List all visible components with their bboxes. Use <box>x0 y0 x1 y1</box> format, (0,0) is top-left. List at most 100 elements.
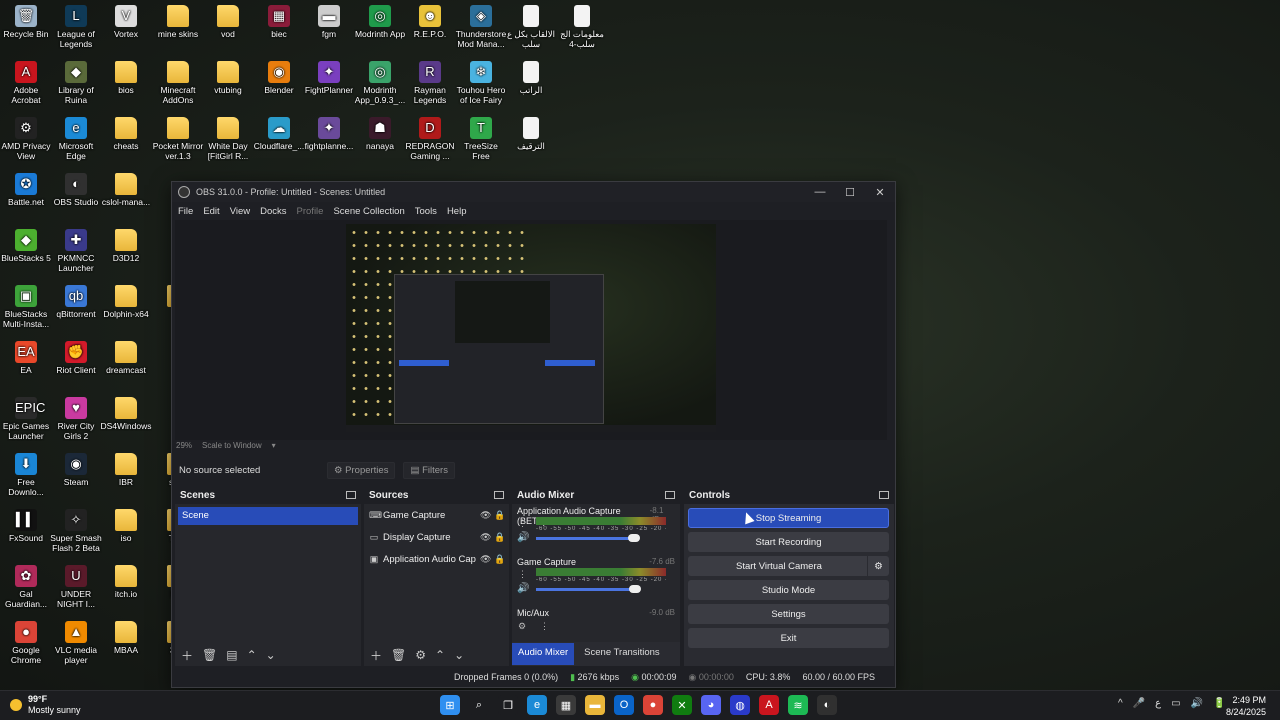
vpn-icon[interactable]: ◍ <box>730 695 750 715</box>
desktop-icon[interactable]: V Vortex <box>100 5 152 39</box>
menu-edit[interactable]: Edit <box>203 206 219 217</box>
volume-slider[interactable] <box>536 534 640 542</box>
desktop-icon[interactable]: dreamcast <box>100 341 152 375</box>
weather-widget[interactable]: 99°F Mostly sunny <box>10 694 81 716</box>
acrobat-icon[interactable]: A <box>759 695 779 715</box>
desktop-icon[interactable]: 🗑 Recycle Bin <box>0 5 52 39</box>
desktop-icon[interactable]: cheats <box>100 117 152 151</box>
desktop-icon[interactable]: ◐ OBS Studio <box>50 173 102 207</box>
desktop-icon[interactable]: L League of Legends <box>50 5 102 49</box>
tab-audio-mixer[interactable]: Audio Mixer <box>512 643 575 665</box>
menu-tools[interactable]: Tools <box>415 206 437 217</box>
minimize-icon[interactable]: — <box>805 186 835 198</box>
move-up-icon[interactable]: ⌃ <box>435 648 445 662</box>
lock-icon[interactable]: 🔒 <box>494 510 505 521</box>
tray-icon[interactable]: 🎤 <box>1133 698 1145 709</box>
desktop-icon[interactable]: itch.io <box>100 565 152 599</box>
menu-docks[interactable]: Docks <box>260 206 286 217</box>
maximize-icon[interactable]: ☐ <box>835 186 865 199</box>
desktop-icon[interactable]: vod <box>202 5 254 39</box>
move-up-icon[interactable]: ⌃ <box>247 648 257 662</box>
gear-icon[interactable]: ⚙ <box>415 648 426 662</box>
add-icon[interactable]: ＋ <box>181 647 193 664</box>
menu-file[interactable]: File <box>178 206 193 217</box>
desktop-icon[interactable]: ⚙ AMD Privacy View <box>0 117 52 161</box>
desktop-icon[interactable]: IBR <box>100 453 152 487</box>
stop-streaming-button[interactable]: Stop Streaming <box>688 508 889 528</box>
start-virtual-camera-button[interactable]: Start Virtual Camera <box>736 561 822 572</box>
move-down-icon[interactable]: ⌄ <box>454 648 464 662</box>
properties-button[interactable]: ⚙ Properties <box>327 461 396 479</box>
menu-profile[interactable]: Profile <box>297 206 324 217</box>
desktop-icon[interactable]: ✚ PKMNCC Launcher <box>50 229 102 273</box>
move-down-icon[interactable]: ⌄ <box>266 648 276 662</box>
desktop-icon[interactable]: الترقيف <box>505 117 557 151</box>
menu-scene-collection[interactable]: Scene Collection <box>333 206 404 217</box>
source-row[interactable]: ▭ Display Capture 👁 🔒 <box>364 526 509 548</box>
lock-icon[interactable]: 🔒 <box>494 532 505 543</box>
scene-filter-icon[interactable]: ▤ <box>226 648 237 662</box>
volume-slider[interactable] <box>536 585 641 593</box>
desktop-icon[interactable]: ☁ Cloudflare_... <box>253 117 305 151</box>
desktop-icon[interactable]: الراتب <box>505 61 557 95</box>
trash-icon[interactable]: 🗑 <box>202 648 217 662</box>
desktop-icon[interactable]: ✦ fightplanne... <box>303 117 355 151</box>
preview-scale-bar[interactable]: 29% Scale to Window ▾ <box>176 441 276 450</box>
tab-scene-transitions[interactable]: Scene Transitions <box>578 643 666 665</box>
desktop-icon[interactable]: ✿ Gal Guardian... <box>0 565 52 609</box>
file-explorer-icon[interactable]: ▬ <box>585 695 605 715</box>
chrome-icon[interactable]: ● <box>643 695 663 715</box>
source-row[interactable]: ⌨ Game Capture 👁 🔒 <box>364 504 509 526</box>
desktop-icon[interactable]: T TreeSize Free <box>455 117 507 161</box>
desktop-icon[interactable]: Dolphin-x64 <box>100 285 152 319</box>
source-row[interactable]: ▣ Application Audio Capture 👁 🔒 <box>364 548 509 570</box>
scene-item[interactable]: Scene <box>178 507 358 525</box>
outlook-icon[interactable]: O <box>614 695 634 715</box>
add-icon[interactable]: ＋ <box>370 647 382 664</box>
desktop-icon[interactable]: MBAA <box>100 621 152 655</box>
more-options-icon[interactable]: ⋮ <box>540 621 549 632</box>
discord-icon[interactable]: ◕ <box>701 695 721 715</box>
desktop-icon[interactable]: ☗ nanaya <box>354 117 406 151</box>
clock[interactable]: 2:49 PM 8/24/2025 <box>1226 694 1266 718</box>
windows-start-icon[interactable]: ⊞ <box>440 695 460 715</box>
desktop-icon[interactable]: الالقاب بكل ع سلب <box>505 5 557 49</box>
desktop-icon[interactable]: e Microsoft Edge <box>50 117 102 161</box>
tray-icon[interactable]: ع <box>1155 698 1161 709</box>
desktop-icon[interactable]: ◉ Blender <box>253 61 305 95</box>
desktop-icon[interactable]: معلومات الج سلب-4 <box>556 5 608 49</box>
close-icon[interactable]: ✕ <box>865 186 895 199</box>
lock-icon[interactable]: 🔒 <box>494 554 505 565</box>
desktop-icon[interactable]: ● Google Chrome <box>0 621 52 665</box>
undock-icon[interactable] <box>494 491 504 499</box>
desktop-icon[interactable]: ◎ Modrinth App_0.9.3_... <box>354 61 406 105</box>
desktop-icon[interactable]: Pocket Mirror ver.1.3 <box>152 117 204 161</box>
desktop-icon[interactable]: ❄ Touhou Hero of Ice Fairy <box>455 61 507 105</box>
desktop-icon[interactable]: ◎ Modrinth App <box>354 5 406 39</box>
desktop-icon[interactable]: ✪ Battle.net <box>0 173 52 207</box>
eye-icon[interactable]: 👁 <box>480 532 491 543</box>
preview-canvas[interactable] <box>175 220 887 440</box>
desktop-icon[interactable]: bios <box>100 61 152 95</box>
desktop-icon[interactable]: D3D12 <box>100 229 152 263</box>
eye-icon[interactable]: 👁 <box>480 554 491 565</box>
spotify-icon[interactable]: ≋ <box>788 695 808 715</box>
desktop-icon[interactable]: vtubing <box>202 61 254 95</box>
desktop-icon[interactable]: EA EA <box>0 341 52 375</box>
speaker-icon[interactable]: 🔊 <box>517 532 529 543</box>
trash-icon[interactable]: 🗑 <box>391 648 406 662</box>
tray-icon[interactable]: 🔋 <box>1213 698 1225 709</box>
desktop-icon[interactable]: ▍▍ FxSound <box>0 509 52 543</box>
start-recording-button[interactable]: Start Recording <box>688 532 889 552</box>
desktop-icon[interactable]: ◆ BlueStacks 5 <box>0 229 52 263</box>
desktop-icon[interactable]: qb qBittorrent <box>50 285 102 319</box>
title-bar[interactable]: OBS 31.0.0 - Profile: Untitled - Scenes:… <box>172 182 895 202</box>
studio-mode-button[interactable]: Studio Mode <box>688 580 889 600</box>
desktop-icon[interactable]: White Day [FitGirl R... <box>202 117 254 161</box>
menu-view[interactable]: View <box>230 206 250 217</box>
desktop-icon[interactable]: ✊ Riot Client <box>50 341 102 375</box>
desktop-icon[interactable]: U UNDER NIGHT I... <box>50 565 102 609</box>
speaker-icon[interactable]: 🔊 <box>517 583 529 594</box>
undock-icon[interactable] <box>665 491 675 499</box>
edge-icon[interactable]: e <box>527 695 547 715</box>
